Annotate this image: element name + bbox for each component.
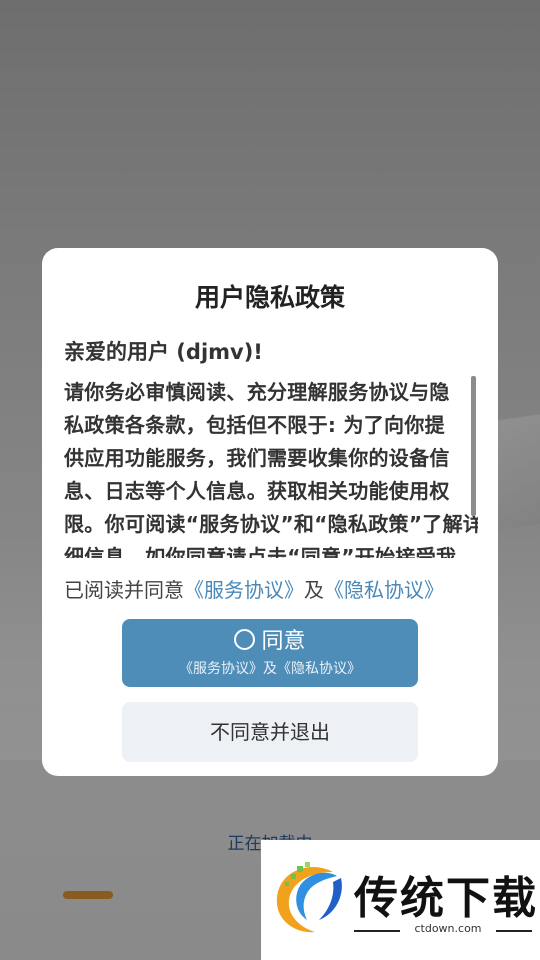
service-agreement-link[interactable]: 《服务协议》 xyxy=(184,578,304,602)
disagree-exit-button[interactable]: 不同意并退出 xyxy=(122,702,418,762)
agree-button-main: 同意 xyxy=(122,627,418,657)
policy-text-scroll[interactable]: 请你务必审慎阅读、充分理解服务协议与隐 私政策各条款，包括但不限于: 为了向你提供… xyxy=(64,376,478,558)
policy-text-line: 息、日志等个人信息。获取相关功能使用权 xyxy=(64,479,450,503)
divider xyxy=(496,930,532,932)
policy-text-line: 私政策各条款，包括但不限于: 为了向你提 xyxy=(64,413,445,437)
policy-text-line: 细信息。如你同意请点击“同意”开始接受我 xyxy=(64,545,457,558)
agree-button-sublabel: 《服务协议》及《隐私协议》 xyxy=(179,661,361,677)
privacy-dialog: 用户隐私政策 亲爱的用户 (djmv)! 请你务必审慎阅读、充分理解服务协议与隐… xyxy=(42,248,498,776)
app-screen: 正在加载中 用户隐私政策 亲爱的用户 (djmv)! 请你务必审慎阅读、充分理解… xyxy=(0,0,540,960)
agreement-prefix: 已阅读并同意 xyxy=(64,578,184,602)
site-logo-icon xyxy=(276,862,342,933)
agree-button-label: 同意 xyxy=(261,629,306,654)
policy-text-line: 供应用功能服务，我们需要收集你的设备信 xyxy=(64,446,450,470)
divider xyxy=(354,930,400,932)
greeting-text: 亲爱的用户 (djmv)! xyxy=(64,340,263,364)
privacy-agreement-link[interactable]: 《隐私协议》 xyxy=(324,578,444,602)
watermark-url: ctdown.com xyxy=(414,922,482,935)
radio-circle-icon xyxy=(234,629,256,650)
agree-button[interactable]: 同意 《服务协议》及《隐私协议》 xyxy=(122,619,418,687)
policy-text-line: 请你务必审慎阅读、充分理解服务协议与隐 xyxy=(64,380,450,404)
dialog-title: 用户隐私政策 xyxy=(194,283,345,312)
agreement-line: 已阅读并同意《服务协议》及《隐私协议》 xyxy=(64,574,444,603)
scrollbar[interactable] xyxy=(471,376,476,516)
watermark: 传统下载 ctdown.com xyxy=(261,840,540,960)
watermark-title: 传统下载 xyxy=(354,873,538,924)
policy-text-line: 限。你可阅读“服务协议”和“隐私政策”了解详 xyxy=(64,512,478,536)
agreement-conjunction: 及 xyxy=(304,578,324,602)
loading-progress-bar xyxy=(63,891,113,899)
policy-text: 请你务必审慎阅读、充分理解服务协议与隐 私政策各条款，包括但不限于: 为了向你提供… xyxy=(64,376,478,558)
